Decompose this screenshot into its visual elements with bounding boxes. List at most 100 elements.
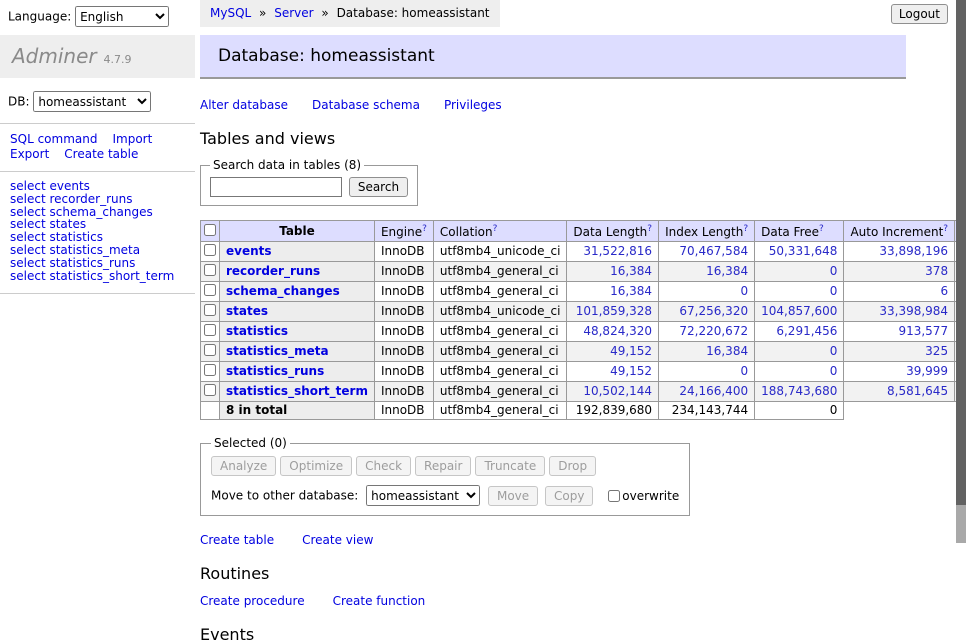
data-free-value[interactable]: 0 — [830, 364, 838, 378]
data-length-value[interactable]: 31,522,816 — [583, 244, 652, 258]
events-heading: Events — [200, 625, 906, 644]
collation-cell: utf8mb4_unicode_ci — [433, 302, 567, 322]
auto-increment-value[interactable]: 378 — [925, 264, 948, 278]
table-name-link[interactable]: statistics_meta — [226, 344, 329, 358]
data-length-value[interactable]: 49,152 — [610, 344, 652, 358]
help-icon[interactable]: ? — [422, 224, 427, 234]
db-select[interactable]: homeassistant — [33, 91, 151, 112]
overwrite-checkbox[interactable] — [608, 490, 620, 502]
table-name-link[interactable]: statistics — [226, 324, 288, 338]
auto-increment-value[interactable]: 6 — [940, 284, 948, 298]
row-checkbox-cell — [201, 242, 220, 262]
data-free-value[interactable]: 0 — [830, 344, 838, 358]
create-procedure-link[interactable]: Create procedure — [200, 594, 305, 608]
sidebar-item-select-events[interactable]: select events — [10, 180, 185, 193]
row-checkbox[interactable] — [204, 304, 216, 316]
sidebar-action-create-table[interactable]: Create table — [64, 147, 138, 162]
header-label: Data Length — [573, 225, 647, 239]
tables-overview-table: TableEngine?Collation?Data Length?Index … — [200, 220, 966, 420]
auto-increment-value[interactable]: 33,898,196 — [879, 244, 948, 258]
auto-increment-value[interactable]: 33,398,984 — [879, 304, 948, 318]
breadcrumb-link-mysql[interactable]: MySQL — [210, 6, 251, 20]
truncate-button: Truncate — [475, 456, 545, 476]
create-table-link[interactable]: Create table — [200, 533, 274, 547]
collation-cell: utf8mb4_general_ci — [433, 362, 567, 382]
index-length-value[interactable]: 16,384 — [706, 264, 748, 278]
select-all-checkbox[interactable] — [204, 224, 216, 236]
help-icon[interactable]: ? — [743, 224, 748, 234]
row-checkbox[interactable] — [204, 364, 216, 376]
table-name-link[interactable]: statistics_short_term — [226, 384, 368, 398]
table-name-link[interactable]: states — [226, 304, 268, 318]
row-checkbox[interactable] — [204, 344, 216, 356]
index-length-value[interactable]: 24,166,400 — [679, 384, 748, 398]
data-length-value-cell: 49,152 — [567, 362, 659, 382]
data-free-value[interactable]: 188,743,680 — [761, 384, 837, 398]
table-name-link[interactable]: schema_changes — [226, 284, 340, 298]
index-length-value[interactable]: 0 — [740, 364, 748, 378]
scrollbar-thumb[interactable] — [956, 0, 966, 505]
create-function-link[interactable]: Create function — [333, 594, 426, 608]
auto-increment-value[interactable]: 325 — [925, 344, 948, 358]
auto-increment-value[interactable]: 913,577 — [898, 324, 948, 338]
scrollbar[interactable] — [956, 0, 966, 543]
language-select[interactable]: English — [75, 6, 169, 27]
sidebar-item-select-statistics-runs[interactable]: select statistics_runs — [10, 257, 185, 270]
table-name-link[interactable]: recorder_runs — [226, 264, 320, 278]
sidebar-item-select-statistics-short-term[interactable]: select statistics_short_term — [10, 270, 185, 283]
search-input[interactable] — [210, 177, 342, 197]
index-length-value[interactable]: 0 — [740, 284, 748, 298]
routine-links: Create procedure Create function — [200, 594, 906, 608]
index-length-value[interactable]: 16,384 — [706, 344, 748, 358]
data-free-value[interactable]: 0 — [830, 264, 838, 278]
engine-cell: InnoDB — [374, 242, 433, 262]
breadcrumb-link-server[interactable]: Server — [274, 6, 313, 20]
sidebar-action-export[interactable]: Export — [10, 147, 49, 162]
sidebar-item-select-recorder-runs[interactable]: select recorder_runs — [10, 193, 185, 206]
create-links: Create table Create view — [200, 533, 906, 547]
index-length-value[interactable]: 70,467,584 — [679, 244, 748, 258]
data-free-value[interactable]: 50,331,648 — [769, 244, 838, 258]
data-free-value-cell: 0 — [755, 362, 844, 382]
sidebar-item-select-statistics-meta[interactable]: select statistics_meta — [10, 244, 185, 257]
row-checkbox[interactable] — [204, 264, 216, 276]
auto-increment-value[interactable]: 8,581,645 — [887, 384, 948, 398]
create-view-link[interactable]: Create view — [302, 533, 373, 547]
alter-database-link[interactable]: Alter database — [200, 98, 288, 112]
row-checkbox[interactable] — [204, 244, 216, 256]
data-free-value[interactable]: 104,857,600 — [761, 304, 837, 318]
auto-increment-value[interactable]: 39,999 — [906, 364, 948, 378]
row-checkbox[interactable] — [204, 324, 216, 336]
row-checkbox[interactable] — [204, 384, 216, 396]
sidebar-action-import[interactable]: Import — [112, 132, 152, 147]
page-title: Database: homeassistant — [200, 35, 906, 79]
data-length-value[interactable]: 10,502,144 — [583, 384, 652, 398]
data-free-value[interactable]: 0 — [830, 284, 838, 298]
index-length-value[interactable]: 72,220,672 — [679, 324, 748, 338]
index-length-value[interactable]: 67,256,320 — [679, 304, 748, 318]
help-icon[interactable]: ? — [819, 224, 824, 234]
row-checkbox[interactable] — [204, 284, 216, 296]
database-schema-link[interactable]: Database schema — [312, 98, 420, 112]
auto-increment-value-cell: 325 — [844, 342, 955, 362]
total-engine-cell: InnoDB — [374, 402, 433, 420]
sidebar-action-sql-command[interactable]: SQL command — [10, 132, 97, 147]
row-checkbox-cell — [201, 362, 220, 382]
privileges-link[interactable]: Privileges — [444, 98, 502, 112]
help-icon[interactable]: ? — [943, 224, 948, 234]
help-icon[interactable]: ? — [493, 224, 498, 234]
table-name-link[interactable]: statistics_runs — [226, 364, 324, 378]
data-free-value[interactable]: 6,291,456 — [776, 324, 837, 338]
check-button: Check — [356, 456, 411, 476]
data-length-value[interactable]: 16,384 — [610, 264, 652, 278]
data-length-value[interactable]: 48,824,320 — [583, 324, 652, 338]
data-length-value[interactable]: 16,384 — [610, 284, 652, 298]
data-length-value[interactable]: 49,152 — [610, 364, 652, 378]
help-icon[interactable]: ? — [647, 224, 652, 234]
data-length-value[interactable]: 101,859,328 — [576, 304, 652, 318]
move-db-select[interactable]: homeassistant — [366, 485, 480, 506]
table-name-link[interactable]: events — [226, 244, 272, 258]
breadcrumb-separator: » — [321, 6, 328, 20]
search-button[interactable]: Search — [349, 177, 408, 197]
header-cell-auto-increment: Auto Increment? — [844, 221, 955, 242]
